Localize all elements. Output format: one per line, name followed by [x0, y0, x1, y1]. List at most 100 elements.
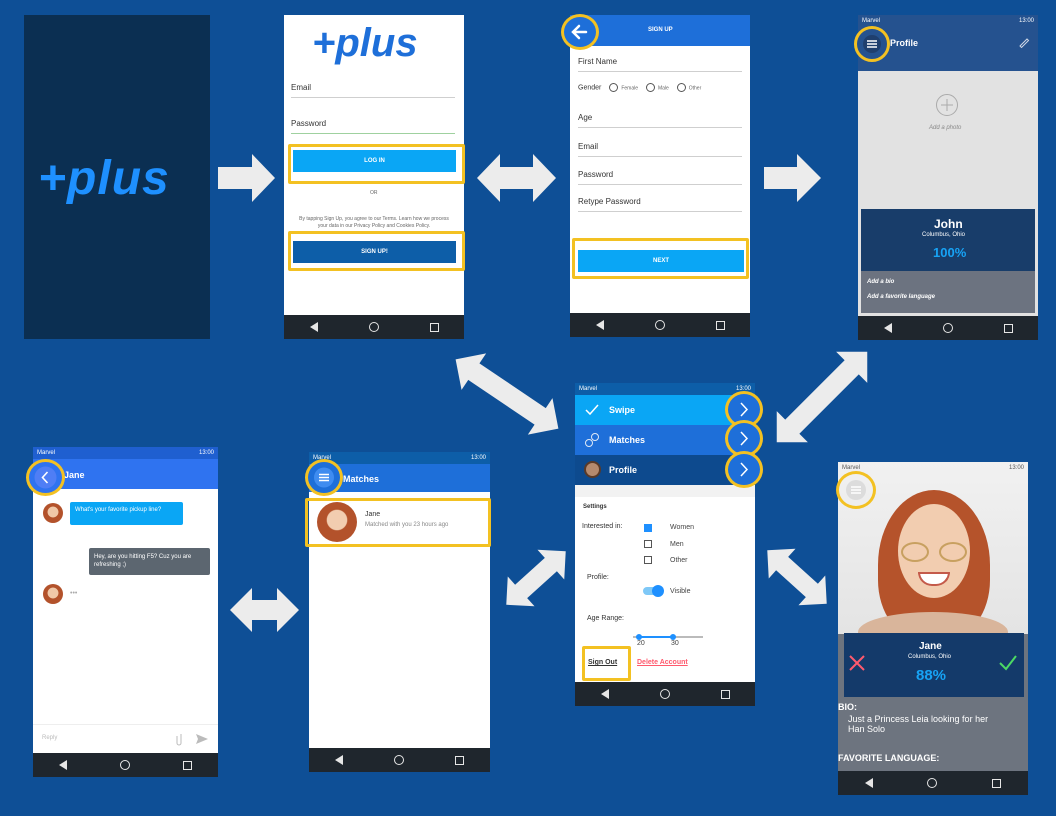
delete-account-link[interactable]: Delete Account — [637, 659, 688, 666]
android-nav-bar — [858, 316, 1038, 340]
attachment-icon[interactable] — [176, 732, 186, 746]
edit-pencil-icon[interactable] — [1018, 36, 1030, 48]
home-icon[interactable] — [659, 689, 670, 699]
bio-text: Just a Princess Leia looking for her Han… — [848, 714, 989, 734]
home-icon[interactable] — [942, 323, 953, 333]
highlight-matches-menu[interactable] — [305, 459, 343, 496]
highlight-chat-back[interactable] — [26, 459, 65, 496]
recents-icon[interactable] — [455, 755, 465, 765]
highlight-profile-menu[interactable] — [854, 26, 890, 62]
first-name-field[interactable]: First Name — [578, 57, 742, 72]
message-outgoing: Hey, are you hitting F5? Cuz you are ref… — [89, 548, 210, 575]
add-language-link[interactable]: Add a favorite language — [867, 294, 935, 300]
status-bar: Marvel 13:00 — [838, 462, 1028, 474]
option-women: Women — [670, 524, 694, 531]
age-min-value: 20 — [637, 640, 645, 647]
radio-female[interactable] — [609, 83, 619, 92]
email-field[interactable]: Email — [578, 142, 742, 157]
reject-x-icon[interactable] — [848, 654, 866, 672]
home-icon[interactable] — [654, 320, 665, 330]
recents-icon[interactable] — [715, 320, 725, 330]
photo-glasses-right — [939, 542, 967, 562]
typing-indicator: ••• — [70, 590, 78, 597]
arrow-menu-swipe — [767, 548, 827, 606]
profile-label: Profile: — [587, 574, 609, 581]
reply-bar: Reply — [33, 724, 218, 753]
password-field[interactable]: Password — [578, 170, 742, 185]
terms-text: By tapping Sign Up, you agree to our Ter… — [299, 216, 449, 229]
visible-toggle[interactable] — [643, 585, 664, 597]
recents-icon[interactable] — [182, 760, 192, 770]
accept-check-icon[interactable] — [998, 654, 1018, 672]
status-carrier: Marvel — [862, 18, 881, 24]
highlight-back-arrow[interactable] — [561, 14, 599, 50]
arrow-menu-matches — [506, 549, 566, 607]
email-field[interactable]: Email — [291, 83, 455, 98]
back-icon[interactable] — [865, 778, 874, 788]
avatar — [43, 503, 63, 523]
message-text: Hey, are you hitting F5? Cuz you are ref… — [94, 554, 192, 568]
recents-icon[interactable] — [720, 689, 730, 699]
status-time: 13:00 — [470, 455, 486, 461]
hamburger-menu-icon — [314, 467, 334, 488]
splash-logo: +plus — [38, 152, 170, 205]
highlight-login-button — [288, 144, 465, 184]
home-icon[interactable] — [368, 322, 379, 332]
password-field[interactable]: Password — [291, 119, 455, 134]
home-icon[interactable] — [393, 755, 404, 765]
reply-input[interactable]: Reply — [42, 735, 57, 741]
android-nav-bar — [570, 313, 750, 337]
recents-icon[interactable] — [991, 778, 1001, 788]
highlight-next-button — [572, 238, 749, 279]
android-nav-bar — [33, 753, 218, 777]
option-other: Other — [670, 557, 688, 564]
interested-label: Interested in: — [582, 523, 623, 530]
gender-row: Gender Female Male Other — [578, 83, 748, 92]
age-field[interactable]: Age — [578, 113, 742, 128]
hamburger-menu-icon — [846, 480, 866, 500]
add-bio-link[interactable]: Add a bio — [867, 279, 894, 285]
retype-password-field[interactable]: Retype Password — [578, 197, 742, 212]
radio-male[interactable] — [645, 83, 655, 92]
age-slider-track[interactable] — [633, 634, 703, 640]
signup-screen: SIGN UP First Name Gender Female Male Ot… — [570, 15, 750, 337]
android-nav-bar — [309, 748, 490, 772]
arrow-login-signup — [477, 154, 556, 202]
checkbox-men[interactable] — [644, 540, 652, 548]
recents-icon[interactable] — [429, 322, 439, 332]
avatar-icon — [584, 461, 601, 478]
settings-spacer — [575, 485, 755, 497]
home-icon[interactable] — [119, 760, 130, 770]
login-logo: +plus — [312, 21, 418, 65]
checkbox-other[interactable] — [644, 556, 652, 564]
home-icon[interactable] — [927, 778, 938, 788]
back-icon[interactable] — [600, 689, 609, 699]
back-icon[interactable] — [595, 320, 604, 330]
arrow-login-menu — [455, 353, 559, 435]
back-icon[interactable] — [309, 322, 318, 332]
add-photo-circle[interactable] — [936, 94, 958, 116]
arrow-profile-menu — [776, 351, 868, 443]
gender-female-label: Female — [621, 85, 638, 92]
send-icon[interactable] — [195, 733, 209, 745]
hamburger-menu-icon — [863, 35, 881, 53]
profile-extra-card — [861, 271, 1035, 313]
gender-male-label: Male — [657, 85, 669, 92]
android-nav-bar — [284, 315, 464, 339]
checkbox-women[interactable] — [644, 524, 652, 532]
radio-other[interactable] — [676, 83, 686, 92]
chevron-right-icon — [740, 462, 749, 477]
menu-item-label: Swipe — [609, 405, 636, 415]
settings-title: Settings — [583, 504, 607, 510]
swipe-screen: Marvel 13:00 Jane Columbus, Ohio 88% BIO… — [838, 462, 1028, 795]
recents-icon[interactable] — [1003, 323, 1013, 333]
back-icon[interactable] — [334, 755, 343, 765]
status-bar: Marvel 13:00 — [858, 15, 1038, 27]
back-icon[interactable] — [59, 760, 68, 770]
back-arrow-icon — [571, 24, 588, 40]
highlight-profile-chevron[interactable] — [725, 451, 763, 488]
message-incoming: What's your favorite pickup line? — [70, 502, 183, 525]
highlight-swipe-menu[interactable] — [836, 471, 876, 509]
android-nav-bar — [838, 771, 1028, 795]
back-icon[interactable] — [883, 323, 892, 333]
